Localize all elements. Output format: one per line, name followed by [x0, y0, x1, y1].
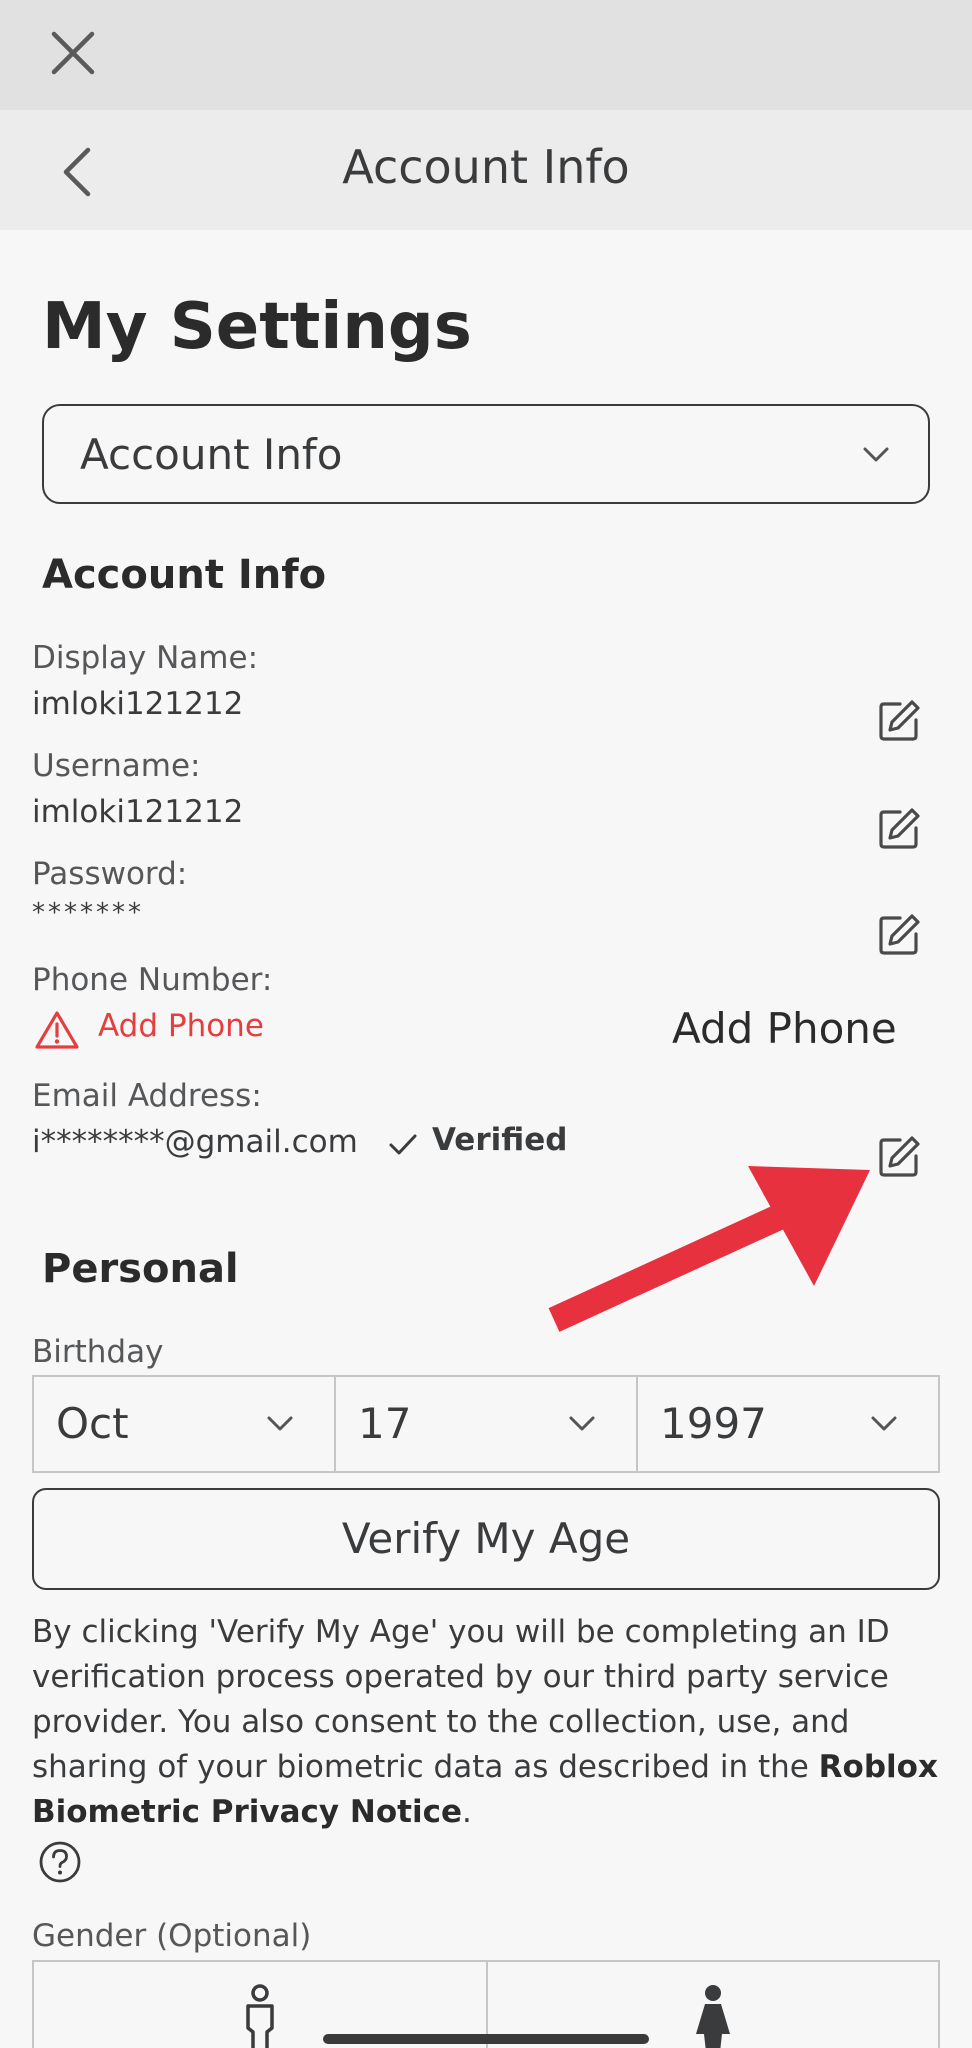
disclaimer-text: By clicking 'Verify My Age' you will be …	[32, 1614, 890, 1785]
verify-my-age-button[interactable]: Verify My Age	[32, 1488, 940, 1590]
arrow-annotation	[548, 1166, 870, 1332]
age-verification-disclaimer: By clicking 'Verify My Age' you will be …	[32, 1610, 942, 1835]
birthday-day-value: 17	[358, 1399, 412, 1448]
birthday-day-select[interactable]: 17	[334, 1375, 638, 1473]
female-icon	[696, 1985, 730, 2048]
password-value: *******	[32, 898, 144, 928]
header-title: Account Info	[342, 140, 630, 194]
birthday-year-value: 1997	[660, 1399, 767, 1448]
page-title: My Settings	[42, 290, 472, 364]
home-indicator	[323, 2034, 649, 2044]
warning-icon	[35, 1011, 79, 1049]
display-name-value: imloki121212	[32, 686, 244, 722]
edit-username-icon[interactable]	[876, 806, 922, 852]
chevron-down-icon	[267, 1416, 293, 1431]
birthday-label: Birthday	[32, 1334, 164, 1370]
phone-number-label: Phone Number:	[32, 962, 273, 998]
male-icon	[246, 1984, 274, 2048]
chevron-down-icon	[871, 1416, 897, 1431]
chevron-down-icon	[863, 447, 889, 462]
edit-display-name-icon[interactable]	[876, 698, 922, 744]
dropdown-selected-value: Account Info	[80, 430, 343, 479]
display-name-label: Display Name:	[32, 640, 259, 676]
account-info-section-title: Account Info	[42, 552, 327, 598]
personal-section-title: Personal	[42, 1246, 239, 1292]
gender-label: Gender (Optional)	[32, 1918, 312, 1954]
add-phone-warning-text: Add Phone	[98, 1008, 264, 1044]
check-icon	[389, 1134, 417, 1155]
birthday-month-select[interactable]: Oct	[32, 1375, 336, 1473]
settings-section-dropdown[interactable]: Account Info	[42, 404, 930, 504]
birthday-month-value: Oct	[56, 1399, 129, 1448]
email-address-value: i********@gmail.com	[32, 1124, 358, 1160]
email-verified-status: Verified	[432, 1122, 568, 1158]
help-icon[interactable]	[38, 1840, 82, 1884]
add-phone-button[interactable]: Add Phone	[672, 1004, 897, 1053]
username-value: imloki121212	[32, 794, 244, 830]
chevron-down-icon	[569, 1416, 595, 1431]
username-label: Username:	[32, 748, 201, 784]
edit-email-icon[interactable]	[876, 1134, 922, 1180]
disclaimer-end: .	[462, 1794, 472, 1830]
top-bar	[0, 0, 972, 110]
edit-password-icon[interactable]	[876, 912, 922, 958]
password-label: Password:	[32, 856, 188, 892]
close-icon[interactable]	[48, 28, 98, 78]
email-address-label: Email Address:	[32, 1078, 262, 1114]
birthday-year-select[interactable]: 1997	[636, 1375, 940, 1473]
